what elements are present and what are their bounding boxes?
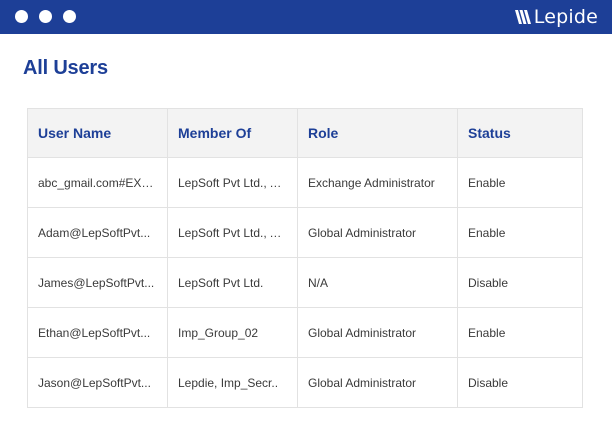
table-row[interactable]: Jason@LepSoftPvt... Lepdie, Imp_Secr.. G… [27, 357, 583, 408]
column-header-member-of[interactable]: Member Of [167, 108, 298, 158]
table-row[interactable]: Ethan@LepSoftPvt... Imp_Group_02 Global … [27, 307, 583, 358]
cell-user-name: Ethan@LepSoftPvt... [27, 307, 168, 358]
column-header-role[interactable]: Role [297, 108, 458, 158]
lepide-logo-icon [514, 10, 531, 24]
cell-member-of: Imp_Group_02 [167, 307, 298, 358]
window-minimize-dot[interactable] [39, 10, 52, 23]
column-header-status[interactable]: Status [457, 108, 583, 158]
cell-role: Global Administrator [297, 307, 458, 358]
cell-status: Enable [457, 307, 583, 358]
brand-logo: Lepide [514, 5, 598, 29]
window-maximize-dot[interactable] [63, 10, 76, 23]
window-close-dot[interactable] [15, 10, 28, 23]
cell-status: Disable [457, 257, 583, 308]
table-row[interactable]: James@LepSoftPvt... LepSoft Pvt Ltd. N/A… [27, 257, 583, 308]
title-bar: Lepide [0, 0, 612, 34]
cell-member-of: Lepdie, Imp_Secr.. [167, 357, 298, 408]
cell-user-name: abc_gmail.com#EXT... [27, 157, 168, 208]
page-title: All Users [23, 57, 108, 79]
cell-role: N/A [297, 257, 458, 308]
cell-member-of: LepSoft Pvt Ltd., All... [167, 157, 298, 208]
cell-role: Exchange Administrator [297, 157, 458, 208]
table-row[interactable]: abc_gmail.com#EXT... LepSoft Pvt Ltd., A… [27, 157, 583, 208]
table-header-row: User Name Member Of Role Status [27, 108, 583, 158]
cell-status: Enable [457, 157, 583, 208]
cell-role: Global Administrator [297, 357, 458, 408]
column-header-user-name[interactable]: User Name [27, 108, 168, 158]
cell-user-name: Adam@LepSoftPvt... [27, 207, 168, 258]
cell-member-of: LepSoft Pvt Ltd. [167, 257, 298, 308]
cell-user-name: Jason@LepSoftPvt... [27, 357, 168, 408]
cell-status: Enable [457, 207, 583, 258]
table-row[interactable]: Adam@LepSoftPvt... LepSoft Pvt Ltd., All… [27, 207, 583, 258]
cell-role: Global Administrator [297, 207, 458, 258]
cell-member-of: LepSoft Pvt Ltd., All... [167, 207, 298, 258]
brand-name: Lepide [533, 6, 598, 28]
users-table: User Name Member Of Role Status abc_gmai… [27, 108, 583, 408]
cell-status: Disable [457, 357, 583, 408]
cell-user-name: James@LepSoftPvt... [27, 257, 168, 308]
